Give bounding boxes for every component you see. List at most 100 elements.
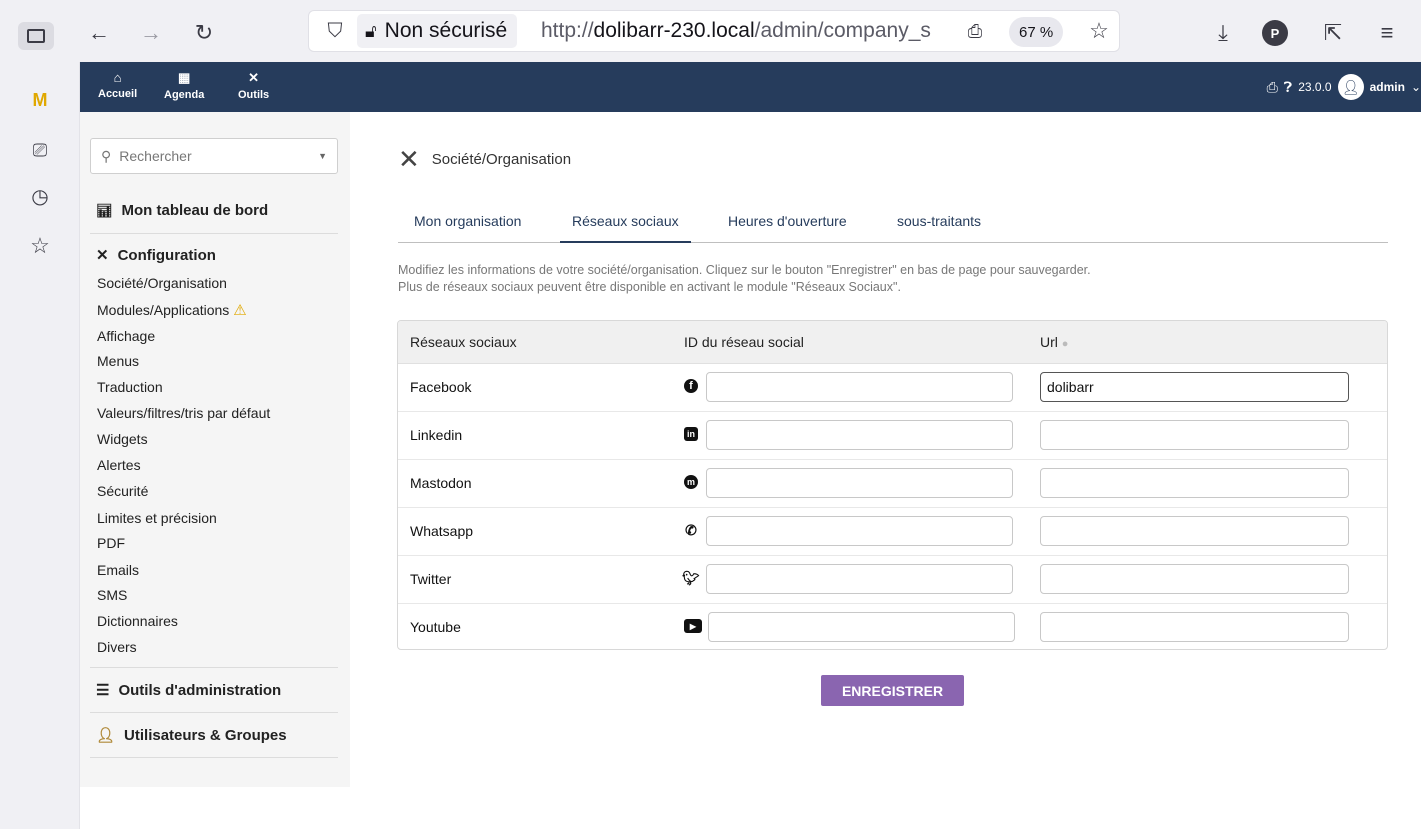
url-bar[interactable]: ⛉ 🔓︎ Non sécurisé http://dolibarr-230.lo… (308, 10, 1120, 52)
nav-tools[interactable]: ✕ Outils (238, 70, 269, 101)
version-label: 23.0.0 (1298, 80, 1332, 94)
twitter-url-input[interactable] (1040, 564, 1349, 594)
page-title: ✕ Société/Organisation (398, 144, 571, 175)
menu-item-widgets[interactable]: Widgets (97, 431, 148, 447)
menu-item-dictionaries[interactable]: Dictionnaires (97, 613, 178, 629)
whatsapp-url-input[interactable] (1040, 516, 1349, 546)
menu-item-translation[interactable]: Traduction (97, 379, 163, 395)
whatsapp-id-input[interactable] (706, 516, 1013, 546)
back-icon[interactable]: ← (84, 18, 114, 48)
table-header: Réseaux sociaux ID du réseau social Url … (398, 321, 1387, 364)
menu-item-alerts[interactable]: Alertes (97, 457, 141, 473)
column-header-network: Réseaux sociaux (410, 334, 517, 350)
url-path: /admin/company_s (754, 19, 931, 42)
search-icon: ⚲ (101, 147, 112, 164)
user-name[interactable]: admin (1370, 80, 1405, 94)
menu-item-modules[interactable]: Modules/Applications ⚠ (97, 301, 247, 319)
url-text[interactable]: http://dolibarr-230.local/admin/company_… (541, 19, 961, 43)
menu-item-security[interactable]: Sécurité (97, 483, 148, 499)
configuration-label: Configuration (117, 246, 216, 264)
user-avatar[interactable]: 👤︎ (1337, 74, 1364, 100)
intro-text: Modifiez les informations de votre socié… (398, 262, 1091, 296)
facebook-id-input[interactable] (706, 372, 1013, 402)
chevron-down-icon[interactable]: ⌄ (1411, 80, 1421, 94)
nav-agenda[interactable]: ▦ Agenda (164, 70, 204, 101)
warning-icon: ⚠ (233, 302, 247, 319)
caret-down-icon: ▼ (318, 151, 327, 161)
menu-admin-tools[interactable]: ☰ Outils d'administration (96, 681, 281, 700)
menu-icon[interactable]: ≡ (1372, 18, 1402, 48)
linkedin-icon: in (684, 427, 698, 441)
tools-icon: ✕ (398, 144, 420, 174)
menu-item-display[interactable]: Affichage (97, 328, 155, 344)
menu-item-pdf[interactable]: PDF (97, 535, 125, 551)
social-networks-table: Réseaux sociaux ID du réseau social Url … (397, 320, 1388, 650)
print-icon[interactable]: ⎙ (1267, 79, 1278, 96)
vertical-tabs-sidebar: M ⎚ ◷ ☆ (0, 62, 80, 829)
table-row: Linkedin in (398, 412, 1387, 460)
menu-users-groups[interactable]: 👤︎ Utilisateurs & Groupes (96, 726, 287, 745)
table-row: Twitter 🐦︎ (398, 556, 1387, 604)
bookmark-star-icon[interactable]: ☆ (1085, 17, 1113, 45)
menu-item-company[interactable]: Société/Organisation (97, 275, 227, 291)
tab-subcontractors[interactable]: sous-traitants (885, 213, 993, 243)
intro-line-2: Plus de réseaux sociaux peuvent être dis… (398, 280, 901, 294)
zoom-level[interactable]: 67 % (1009, 17, 1064, 47)
tab-social-networks[interactable]: Réseaux sociaux (560, 213, 691, 243)
nav-agenda-label: Agenda (164, 89, 205, 101)
synced-tabs-icon[interactable]: ⎚ (26, 136, 54, 164)
chart-icon: 📊︎ (96, 202, 113, 218)
mastodon-icon: m (684, 475, 698, 489)
security-indicator[interactable]: 🔓︎ Non sécurisé (357, 14, 518, 48)
table-row: Facebook f (398, 364, 1387, 412)
profile-icon[interactable]: P (1262, 20, 1288, 46)
downloads-icon[interactable]: ⤓ (1208, 18, 1238, 48)
extensions-icon[interactable]: ⇱ (1318, 18, 1348, 48)
info-icon[interactable]: ● (1062, 338, 1069, 350)
save-button[interactable]: ENREGISTRER (821, 675, 964, 706)
nav-home[interactable]: ⌂ Accueil (98, 70, 137, 100)
users-groups-label: Utilisateurs & Groupes (124, 726, 287, 744)
twitter-id-input[interactable] (706, 564, 1013, 594)
menu-item-sms[interactable]: SMS (97, 587, 127, 603)
menu-item-limits[interactable]: Limites et précision (97, 510, 217, 526)
youtube-url-input[interactable] (1040, 612, 1349, 642)
search-placeholder: Rechercher (119, 148, 192, 164)
table-row: Mastodon m (398, 460, 1387, 508)
column-header-url: Url ● (1040, 334, 1068, 350)
user-icon: 👤︎ (96, 727, 116, 744)
mastodon-url-input[interactable] (1040, 468, 1349, 498)
table-row: Whatsapp ✆ (398, 508, 1387, 556)
linkedin-url-input[interactable] (1040, 420, 1349, 450)
menu-item-misc[interactable]: Divers (97, 639, 137, 655)
tab-my-organization[interactable]: Mon organisation (402, 213, 533, 243)
menu-item-defaults[interactable]: Valeurs/filtres/tris par défaut (97, 405, 270, 421)
tab-opening-hours[interactable]: Heures d'ouverture (716, 213, 859, 243)
menu-dashboard[interactable]: 📊︎ Mon tableau de bord (96, 202, 268, 219)
youtube-icon: ▶ (684, 619, 702, 633)
shield-icon[interactable]: ⛉ (321, 17, 349, 45)
history-icon[interactable]: ◷ (26, 182, 54, 210)
server-icon: ☰ (96, 682, 110, 699)
menu-item-emails[interactable]: Emails (97, 562, 139, 578)
menu-search[interactable]: ⚲ Rechercher ▼ (90, 138, 338, 174)
help-icon[interactable]: ❓︎ (1284, 79, 1292, 96)
forward-icon[interactable]: → (136, 18, 166, 48)
youtube-id-input[interactable] (708, 612, 1015, 642)
reader-view-icon[interactable]: ⎙ (961, 17, 989, 45)
reload-icon[interactable]: ↻ (189, 18, 219, 48)
menu-item-menus[interactable]: Menus (97, 353, 139, 369)
sidebar-toggle-button[interactable] (18, 22, 54, 50)
mastodon-id-input[interactable] (706, 468, 1013, 498)
tools-icon: ✕ (96, 247, 109, 264)
menu-configuration[interactable]: ✕ Configuration (96, 246, 216, 265)
linkedin-id-input[interactable] (706, 420, 1013, 450)
dolibarr-tab-icon[interactable]: M (26, 86, 54, 114)
whatsapp-icon: ✆ (685, 521, 697, 538)
bookmarks-icon[interactable]: ☆ (26, 232, 54, 260)
menu-item-modules-label: Modules/Applications (97, 302, 230, 318)
menu-divider (90, 757, 338, 758)
network-name: Facebook (410, 379, 472, 395)
nav-tools-label: Outils (238, 89, 270, 101)
facebook-url-input[interactable] (1040, 372, 1349, 402)
